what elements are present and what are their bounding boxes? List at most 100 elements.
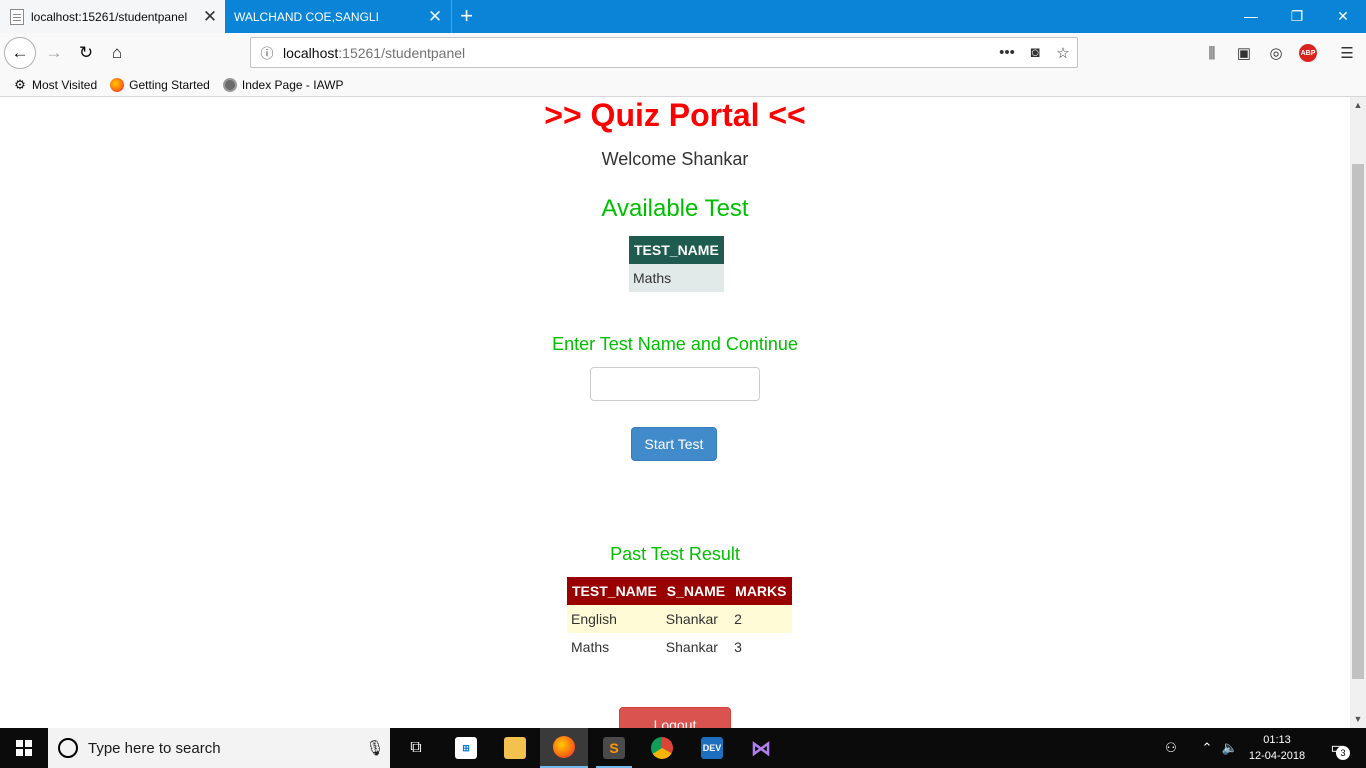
start-button[interactable] xyxy=(0,728,48,768)
table-cell: Shankar xyxy=(661,633,731,661)
bookmark-label: Most Visited xyxy=(32,77,98,92)
page-actions-icon[interactable]: ••• xyxy=(993,44,1021,61)
table-row: English Shankar 2 xyxy=(567,605,792,633)
minimize-button[interactable]: — xyxy=(1228,0,1274,33)
bookmarks-bar: ⚙ Most Visited Getting Started Index Pag… xyxy=(0,73,1366,97)
file-explorer-app[interactable] xyxy=(491,728,539,768)
people-icon[interactable]: ⚇ xyxy=(1158,728,1184,768)
firefox-icon xyxy=(553,736,575,758)
dev-app[interactable]: DEV xyxy=(688,728,736,768)
column-header: TEST_NAME xyxy=(629,236,724,264)
close-tab-icon[interactable]: ✕ xyxy=(420,0,450,33)
cortana-icon xyxy=(58,738,78,758)
tab-title: localhost:15261/studentpanel xyxy=(31,9,188,24)
url-text[interactable]: localhost:15261/studentpanel xyxy=(283,45,993,61)
page-content: >> Quiz Portal << Welcome Shankar Availa… xyxy=(0,97,1350,728)
reload-button[interactable]: ↻ xyxy=(70,37,102,69)
page-title: >> Quiz Portal << xyxy=(544,97,806,133)
home-button[interactable]: ⌂ xyxy=(101,37,133,69)
page-icon xyxy=(10,8,24,25)
volume-icon[interactable]: 🔈 xyxy=(1219,728,1241,768)
enter-test-heading: Enter Test Name and Continue xyxy=(552,334,798,354)
clock-date: 12-04-2018 xyxy=(1248,750,1306,762)
bookmark-most-visited[interactable]: ⚙ Most Visited xyxy=(12,77,97,93)
clock-time: 01:13 xyxy=(1263,734,1291,746)
table-row: Maths Shankar 3 xyxy=(567,633,792,661)
browser-tab-bar: localhost:15261/studentpanel ✕ WALCHAND … xyxy=(0,0,1366,33)
sidebar-icon[interactable]: ▣ xyxy=(1228,37,1260,69)
bookmark-label: Index Page - IAWP xyxy=(241,77,344,92)
visual-studio-app[interactable]: ⋈ xyxy=(737,728,785,768)
table-header-row: TEST_NAME S_NAME MARKS xyxy=(567,577,792,605)
logout-button[interactable]: Logout xyxy=(619,707,731,728)
home-icon: ⌂ xyxy=(111,43,123,62)
globe-icon xyxy=(222,77,238,93)
sublime-icon: S xyxy=(603,737,625,759)
table-row: Maths xyxy=(629,264,724,292)
adblock-button[interactable]: ABP xyxy=(1292,37,1324,69)
column-header-test-name: TEST_NAME xyxy=(567,577,662,605)
sync-icon[interactable]: ◎ xyxy=(1260,37,1292,69)
scroll-down-icon[interactable]: ▼ xyxy=(1350,711,1366,728)
start-test-button[interactable]: Start Test xyxy=(631,427,717,461)
system-clock[interactable]: 01:13 12-04-2018 xyxy=(1244,732,1310,764)
pocket-icon[interactable]: ◙ xyxy=(1021,44,1049,61)
past-result-heading: Past Test Result xyxy=(610,544,740,564)
past-result-table: TEST_NAME S_NAME MARKS English Shankar 2… xyxy=(567,577,792,661)
test-name-input[interactable] xyxy=(590,367,760,401)
notification-badge: 3 xyxy=(1336,746,1350,760)
bookmark-index-page[interactable]: Index Page - IAWP xyxy=(222,77,344,93)
sublime-text-app[interactable]: S xyxy=(590,728,638,768)
forward-button[interactable]: → xyxy=(38,37,70,69)
chevron-up-icon[interactable]: ⌃ xyxy=(1196,728,1218,768)
store-icon: ⊞ xyxy=(455,737,477,759)
tab-title: WALCHAND COE,SANGLI xyxy=(234,9,379,24)
tab-walchand[interactable]: WALCHAND COE,SANGLI ✕ xyxy=(226,0,450,33)
dev-icon: DEV xyxy=(701,737,723,759)
microphone-icon[interactable]: 🎙 xyxy=(360,739,390,757)
page-scrollbar[interactable]: ▲ ▼ xyxy=(1350,97,1366,728)
column-header-s-name: S_NAME xyxy=(661,577,731,605)
table-cell: Maths xyxy=(629,264,724,292)
table-cell: English xyxy=(567,605,662,633)
table-cell: Shankar xyxy=(661,605,731,633)
task-view-button[interactable]: ⧉ xyxy=(392,728,440,768)
action-center-button[interactable]: ▭ 3 xyxy=(1318,728,1358,768)
table-cell: 2 xyxy=(730,605,792,633)
windows-logo-icon xyxy=(16,740,32,756)
menu-icon[interactable]: ☰ xyxy=(1331,37,1363,69)
reload-icon: ↻ xyxy=(78,43,94,62)
library-icon[interactable]: ⫼ xyxy=(1196,37,1228,69)
back-button[interactable]: ← xyxy=(4,37,36,69)
restore-button[interactable]: ❐ xyxy=(1274,0,1320,33)
bookmark-star-icon[interactable]: ☆ xyxy=(1049,44,1077,62)
url-path: :15261/studentpanel xyxy=(338,44,466,61)
scrollbar-thumb[interactable] xyxy=(1352,164,1364,679)
welcome-message: Welcome Shankar xyxy=(601,149,749,169)
available-test-heading: Available Test xyxy=(601,195,749,222)
info-icon[interactable]: ⓘ xyxy=(251,43,283,62)
arrow-left-icon: ← xyxy=(11,43,29,62)
close-window-button[interactable]: ✕ xyxy=(1320,0,1366,33)
chrome-icon xyxy=(651,737,673,759)
arrow-right-icon: → xyxy=(45,43,63,62)
tab-studentpanel[interactable]: localhost:15261/studentpanel ✕ xyxy=(0,0,225,33)
search-placeholder: Type here to search xyxy=(88,739,221,757)
visual-studio-icon: ⋈ xyxy=(751,737,771,760)
bookmark-label: Getting Started xyxy=(129,77,210,92)
url-bar[interactable]: ⓘ localhost:15261/studentpanel ••• ◙ ☆ xyxy=(250,37,1078,68)
folder-icon xyxy=(504,737,526,759)
navigation-bar: ← → ↻ ⌂ ⓘ localhost:15261/studentpanel •… xyxy=(0,33,1366,73)
new-tab-button[interactable]: + xyxy=(451,0,481,33)
url-host: localhost xyxy=(283,44,339,61)
column-header-marks: MARKS xyxy=(730,577,792,605)
bookmark-getting-started[interactable]: Getting Started xyxy=(109,77,210,93)
chrome-app[interactable] xyxy=(638,728,686,768)
task-view-icon: ⧉ xyxy=(410,739,422,756)
firefox-app[interactable] xyxy=(540,728,588,768)
close-tab-icon[interactable]: ✕ xyxy=(195,0,225,33)
store-app[interactable]: ⊞ xyxy=(442,728,490,768)
taskbar-search-box[interactable]: Type here to search 🎙 xyxy=(48,728,390,768)
adblock-icon: ABP xyxy=(1299,44,1317,62)
scroll-up-icon[interactable]: ▲ xyxy=(1350,97,1366,114)
